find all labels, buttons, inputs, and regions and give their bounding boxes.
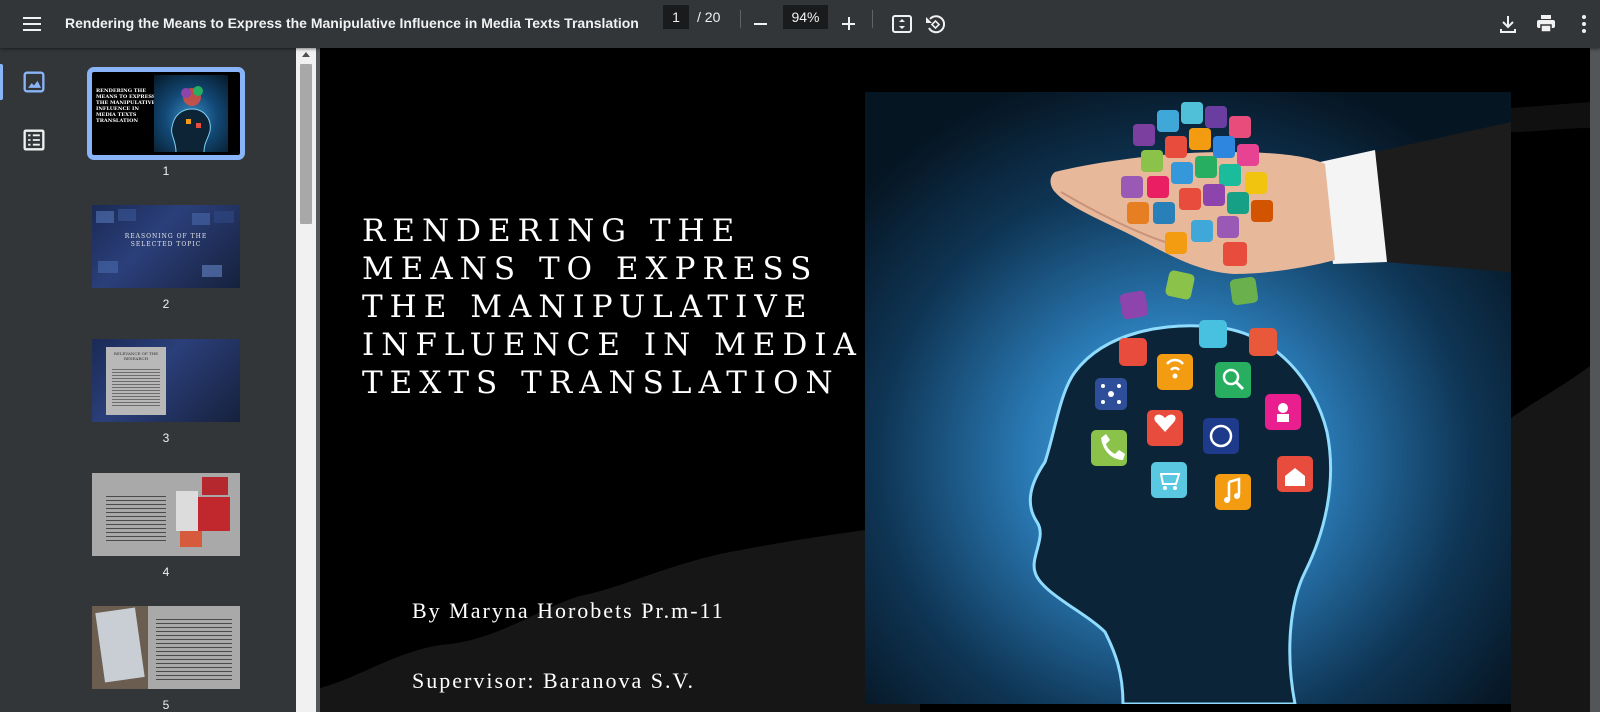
- thumbnail-image: RENDERING THE MEANS TO EXPRESS THE MANIP…: [87, 67, 245, 160]
- document-viewer: Rendering the means to express the manip…: [316, 48, 1600, 712]
- thumbnail-page-4[interactable]: 4: [92, 473, 240, 579]
- scroll-up-arrow[interactable]: [302, 52, 310, 57]
- page-selector: / 20: [663, 5, 720, 29]
- slide-author: By Maryna Horobets Pr.m-11: [412, 598, 725, 623]
- thumbnail-caption: RENDERING THE MEANS TO EXPRESS THE MANIP…: [96, 88, 156, 124]
- sidebar: RENDERING THE MEANS TO EXPRESS THE MANIP…: [0, 48, 296, 712]
- pdf-toolbar: Rendering the Means to Express the Manip…: [0, 0, 1600, 48]
- rotate-icon[interactable]: [923, 12, 947, 36]
- thumbnail-panel: RELEVANCE OF THE RESEARCH: [106, 347, 166, 415]
- thumbnail-image: REASONING OF THE SELECTED TOPIC: [92, 205, 240, 288]
- thumbnail-list: RENDERING THE MEANS TO EXPRESS THE MANIP…: [68, 48, 296, 712]
- download-icon[interactable]: [1496, 12, 1520, 36]
- thumbnail-text-lines: [156, 616, 232, 680]
- thumbnail-number: 4: [162, 565, 170, 579]
- thumbnail-image: RELEVANCE OF THE RESEARCH: [92, 339, 240, 422]
- fit-page-icon[interactable]: [890, 12, 914, 36]
- thumbnail-red-block: [194, 497, 230, 531]
- thumbnail-caption: REASONING OF THE SELECTED TOPIC: [124, 233, 208, 248]
- outline-icon[interactable]: [20, 126, 48, 154]
- thumbnail-text-lines: [106, 493, 166, 541]
- page-total: / 20: [697, 9, 721, 25]
- sidebar-tabs: [0, 48, 68, 712]
- thumbnail-image: [92, 606, 240, 689]
- thumbnail-text-lines: [112, 367, 160, 407]
- more-vert-icon[interactable]: [1572, 12, 1596, 36]
- hamburger-menu-icon[interactable]: [20, 12, 44, 36]
- thumbnails-icon[interactable]: [0, 64, 48, 100]
- thumbnail-page-1[interactable]: RENDERING THE MEANS TO EXPRESS THE MANIP…: [87, 67, 245, 178]
- thumbnail-white-card: [176, 491, 198, 531]
- thumbnail-image: [92, 473, 240, 556]
- thumbnail-red-block: [202, 477, 228, 495]
- thumbnail-page-3[interactable]: RELEVANCE OF THE RESEARCH 3: [92, 339, 240, 445]
- toolbar-divider: [872, 10, 873, 28]
- thumbnail-page-5[interactable]: 5: [92, 606, 240, 712]
- thumbnail-number: 5: [162, 698, 170, 712]
- thumbnail-red-block: [180, 531, 202, 547]
- document-title: Rendering the Means to Express the Manip…: [65, 15, 639, 31]
- zoom-out-button[interactable]: [750, 12, 772, 36]
- slide-title: Rendering the means to express the manip…: [362, 213, 863, 401]
- thumbnail-number: 2: [162, 297, 170, 311]
- thumbnail-number: 3: [162, 431, 170, 445]
- thumbnail-art: [154, 75, 228, 153]
- thumbnail-scrollbar[interactable]: [296, 48, 316, 712]
- print-icon[interactable]: [1534, 12, 1558, 36]
- thumbnail-caption: RELEVANCE OF THE RESEARCH: [113, 351, 159, 361]
- page-number-input[interactable]: [663, 5, 689, 29]
- zoom-in-button[interactable]: [838, 12, 860, 36]
- thumbnail-number: 1: [162, 164, 170, 178]
- zoom-input[interactable]: [783, 5, 828, 29]
- head-apps-illustration: [865, 92, 1511, 704]
- scrollbar-thumb[interactable]: [300, 64, 312, 224]
- pdf-page-1: Rendering the means to express the manip…: [320, 48, 1590, 712]
- thumbnail-page-2[interactable]: REASONING OF THE SELECTED TOPIC 2: [92, 205, 240, 311]
- toolbar-divider: [740, 10, 741, 28]
- slide-supervisor: Supervisor: Baranova S.V.: [412, 668, 696, 693]
